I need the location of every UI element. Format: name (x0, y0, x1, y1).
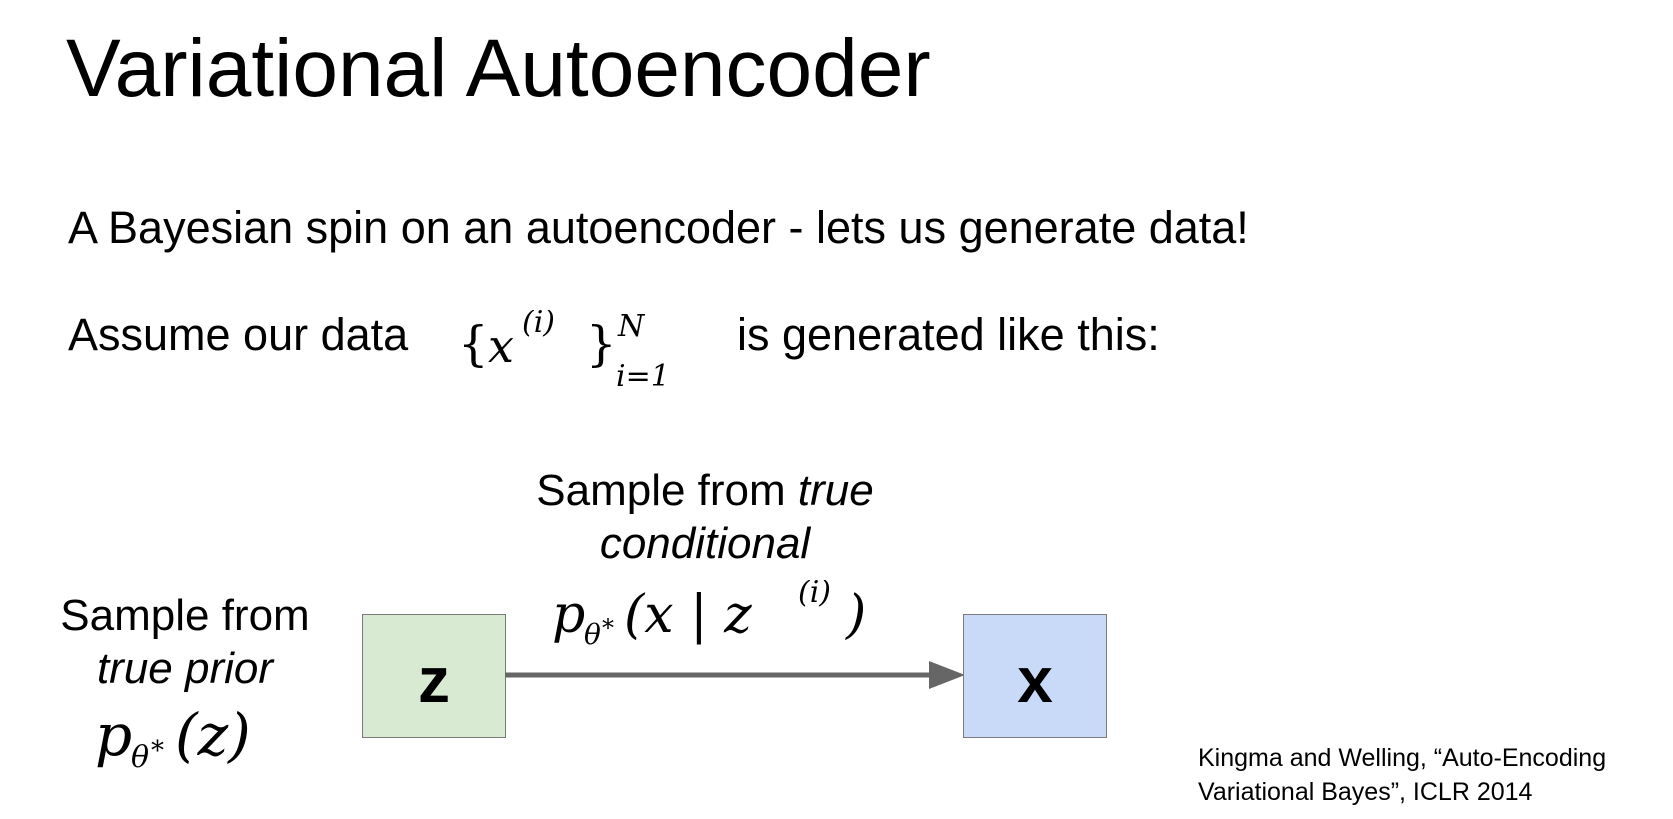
latent-node-z: z (362, 614, 506, 738)
prior-label-line1: Sample from (60, 591, 310, 640)
conditional-label: Sample from true conditional (500, 465, 910, 571)
dataset-superscript: (i) (522, 310, 555, 340)
citation-line2: Variational Bayes”, ICLR 2014 (1198, 778, 1533, 806)
intro-text: A Bayesian spin on an autoencoder - lets… (68, 202, 1249, 253)
node-z-label: z (418, 644, 450, 716)
cond-star: * (602, 614, 614, 642)
dataset-formula: { x (i) } N i=1 (458, 310, 670, 390)
prior-formula: p θ * (z) (95, 701, 251, 775)
node-x-label: x (1017, 644, 1053, 716)
assumption-text-end: is generated like this: (737, 309, 1160, 360)
conditional-label-plain: Sample from (536, 466, 798, 515)
slide-title: Variational Autoencoder (66, 23, 931, 114)
conditional-label-line1: Sample from true (500, 465, 910, 518)
open-brace: { (458, 316, 489, 372)
cond-theta: θ (584, 618, 601, 651)
close-brace: } (586, 316, 617, 372)
dataset-lower-limit: i=1 (616, 359, 670, 390)
cond-arg: (x | z (624, 585, 752, 645)
assumption-text-start: Assume our data (68, 309, 409, 360)
conditional-label-italic: true (797, 466, 874, 515)
cond-p: p (552, 585, 585, 645)
citation-line1: Kingma and Welling, “Auto-Encoding (1198, 744, 1607, 772)
conditional-formula: p θ * (x | z (i) ) (552, 580, 866, 651)
prior-label: Sample from true prior (40, 590, 330, 696)
prior-p: p (95, 701, 132, 769)
dataset-upper-limit: N (617, 310, 646, 344)
citation: Kingma and Welling, “Auto-Encoding Varia… (1198, 741, 1606, 809)
dataset-x: x (488, 319, 514, 373)
prior-label-line2: true prior (96, 643, 274, 693)
arrow-head (929, 661, 965, 689)
prior-arg: (z) (175, 701, 251, 769)
cond-superscript: (i) (798, 580, 831, 610)
prior-theta: θ (131, 740, 149, 775)
conditional-label-line2: conditional (599, 518, 811, 568)
generation-arrow (505, 661, 965, 689)
observed-node-x: x (963, 614, 1107, 738)
prior-star: * (151, 736, 164, 766)
cond-close: ) (845, 585, 866, 645)
